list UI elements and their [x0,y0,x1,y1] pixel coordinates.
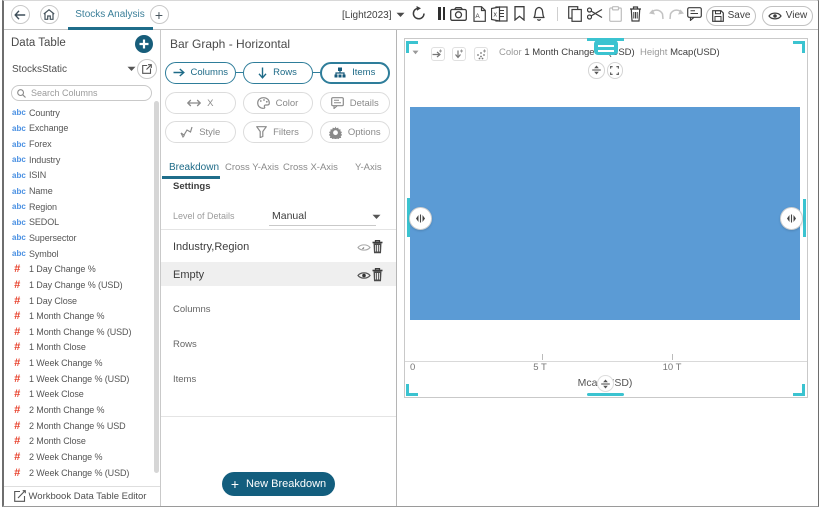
svg-text:A: A [475,13,480,20]
svg-text:x: x [494,12,498,19]
